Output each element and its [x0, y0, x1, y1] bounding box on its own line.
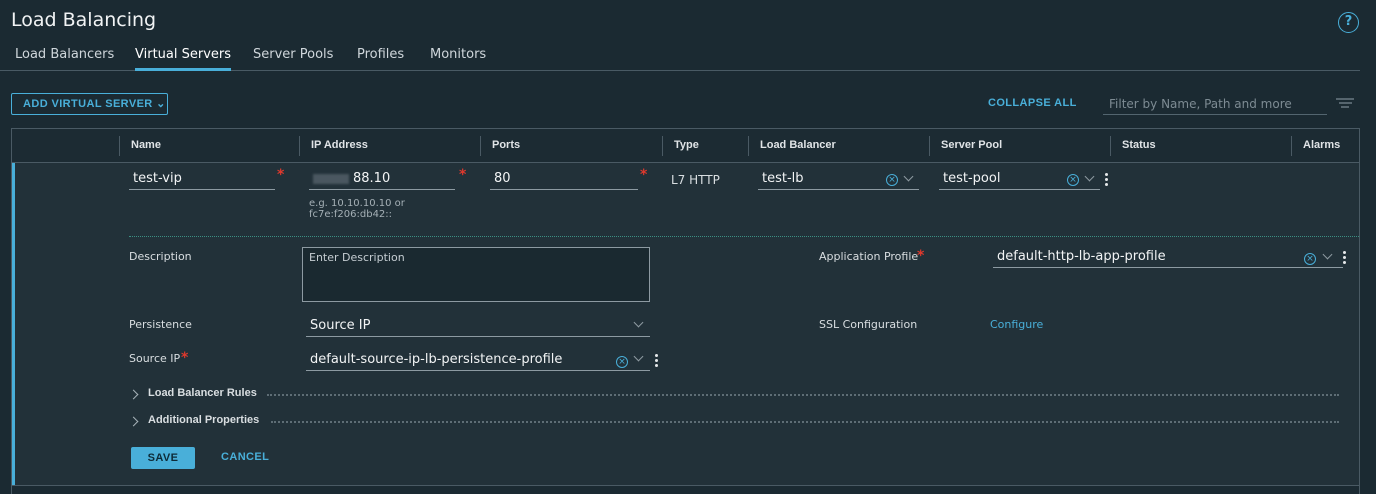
- tab-load-balancers[interactable]: Load Balancers: [15, 46, 114, 70]
- application-profile-label: Application Profile: [819, 250, 919, 263]
- filter-icon[interactable]: [1336, 98, 1354, 110]
- column-header-ip-address[interactable]: IP Address: [300, 129, 368, 163]
- tab-server-pools[interactable]: Server Pools: [253, 46, 333, 70]
- tab-virtual-servers[interactable]: Virtual Servers: [135, 46, 232, 71]
- required-mark: *: [459, 167, 467, 183]
- virtual-server-edit-row: test-vip * 88.10 * e.g. 10.10.10.10 or f…: [12, 163, 1359, 485]
- ports-field[interactable]: 80: [490, 168, 638, 190]
- column-header-name[interactable]: Name: [120, 129, 161, 163]
- required-mark: *: [917, 248, 925, 264]
- page-title: Load Balancing: [11, 9, 157, 31]
- required-mark: *: [181, 350, 189, 366]
- column-header-server-pool[interactable]: Server Pool: [930, 129, 1002, 163]
- section-divider: [267, 394, 1339, 396]
- kebab-icon[interactable]: [1343, 251, 1346, 266]
- type-value: L7 HTTP: [671, 173, 720, 187]
- persistence-label: Persistence: [129, 318, 192, 331]
- additional-properties-toggle[interactable]: Additional Properties: [148, 414, 259, 426]
- help-icon[interactable]: ?: [1338, 12, 1359, 33]
- section-divider: [271, 421, 1339, 423]
- column-header-load-balancer[interactable]: Load Balancer: [749, 129, 836, 163]
- grid-header: Name IP Address Ports Type Load Balancer…: [12, 129, 1359, 163]
- description-label: Description: [129, 250, 192, 263]
- caret-right-icon[interactable]: [128, 416, 139, 427]
- persistence-select[interactable]: Source IP: [306, 315, 650, 337]
- clear-icon[interactable]: ×: [616, 356, 628, 368]
- ssl-configuration-label: SSL Configuration: [819, 318, 918, 331]
- collapse-all-button[interactable]: COLLAPSE ALL: [988, 97, 1077, 109]
- column-header-ports[interactable]: Ports: [481, 129, 520, 163]
- filter-input[interactable]: [1103, 93, 1327, 115]
- source-ip-select[interactable]: default-source-ip-lb-persistence-profile: [306, 349, 650, 371]
- add-virtual-server-button[interactable]: ADD VIRTUAL SERVER ⌄: [11, 93, 168, 115]
- tab-profiles[interactable]: Profiles: [357, 46, 404, 70]
- redacted-ip-prefix: [313, 174, 349, 184]
- required-mark: *: [640, 167, 648, 183]
- clear-icon[interactable]: ×: [1067, 174, 1079, 186]
- column-header-alarms[interactable]: Alarms: [1292, 129, 1340, 163]
- kebab-icon[interactable]: [1105, 173, 1108, 188]
- required-mark: *: [277, 167, 285, 183]
- tab-monitors[interactable]: Monitors: [430, 46, 486, 70]
- ip-address-hint: e.g. 10.10.10.10 or fc7e:f206:db42::: [309, 198, 405, 220]
- description-textarea[interactable]: Enter Description: [302, 247, 650, 302]
- virtual-servers-grid: Name IP Address Ports Type Load Balancer…: [11, 128, 1360, 494]
- column-header-status[interactable]: Status: [1111, 129, 1156, 163]
- grid-next-row: [12, 485, 1359, 494]
- name-field[interactable]: test-vip: [129, 168, 275, 190]
- clear-icon[interactable]: ×: [886, 174, 898, 186]
- configure-ssl-link[interactable]: Configure: [990, 318, 1043, 331]
- clear-icon[interactable]: ×: [1304, 253, 1316, 265]
- column-header-type[interactable]: Type: [663, 129, 699, 163]
- source-ip-label: Source IP: [129, 352, 181, 365]
- caret-right-icon[interactable]: [128, 389, 139, 400]
- section-divider: [129, 236, 1359, 237]
- tab-bar: Load Balancers Virtual Servers Server Po…: [0, 46, 1360, 71]
- save-button[interactable]: SAVE: [131, 447, 195, 469]
- kebab-icon[interactable]: [655, 354, 658, 369]
- application-profile-select[interactable]: default-http-lb-app-profile: [993, 246, 1343, 268]
- cancel-button[interactable]: CANCEL: [221, 451, 269, 463]
- load-balancer-rules-toggle[interactable]: Load Balancer Rules: [148, 387, 257, 399]
